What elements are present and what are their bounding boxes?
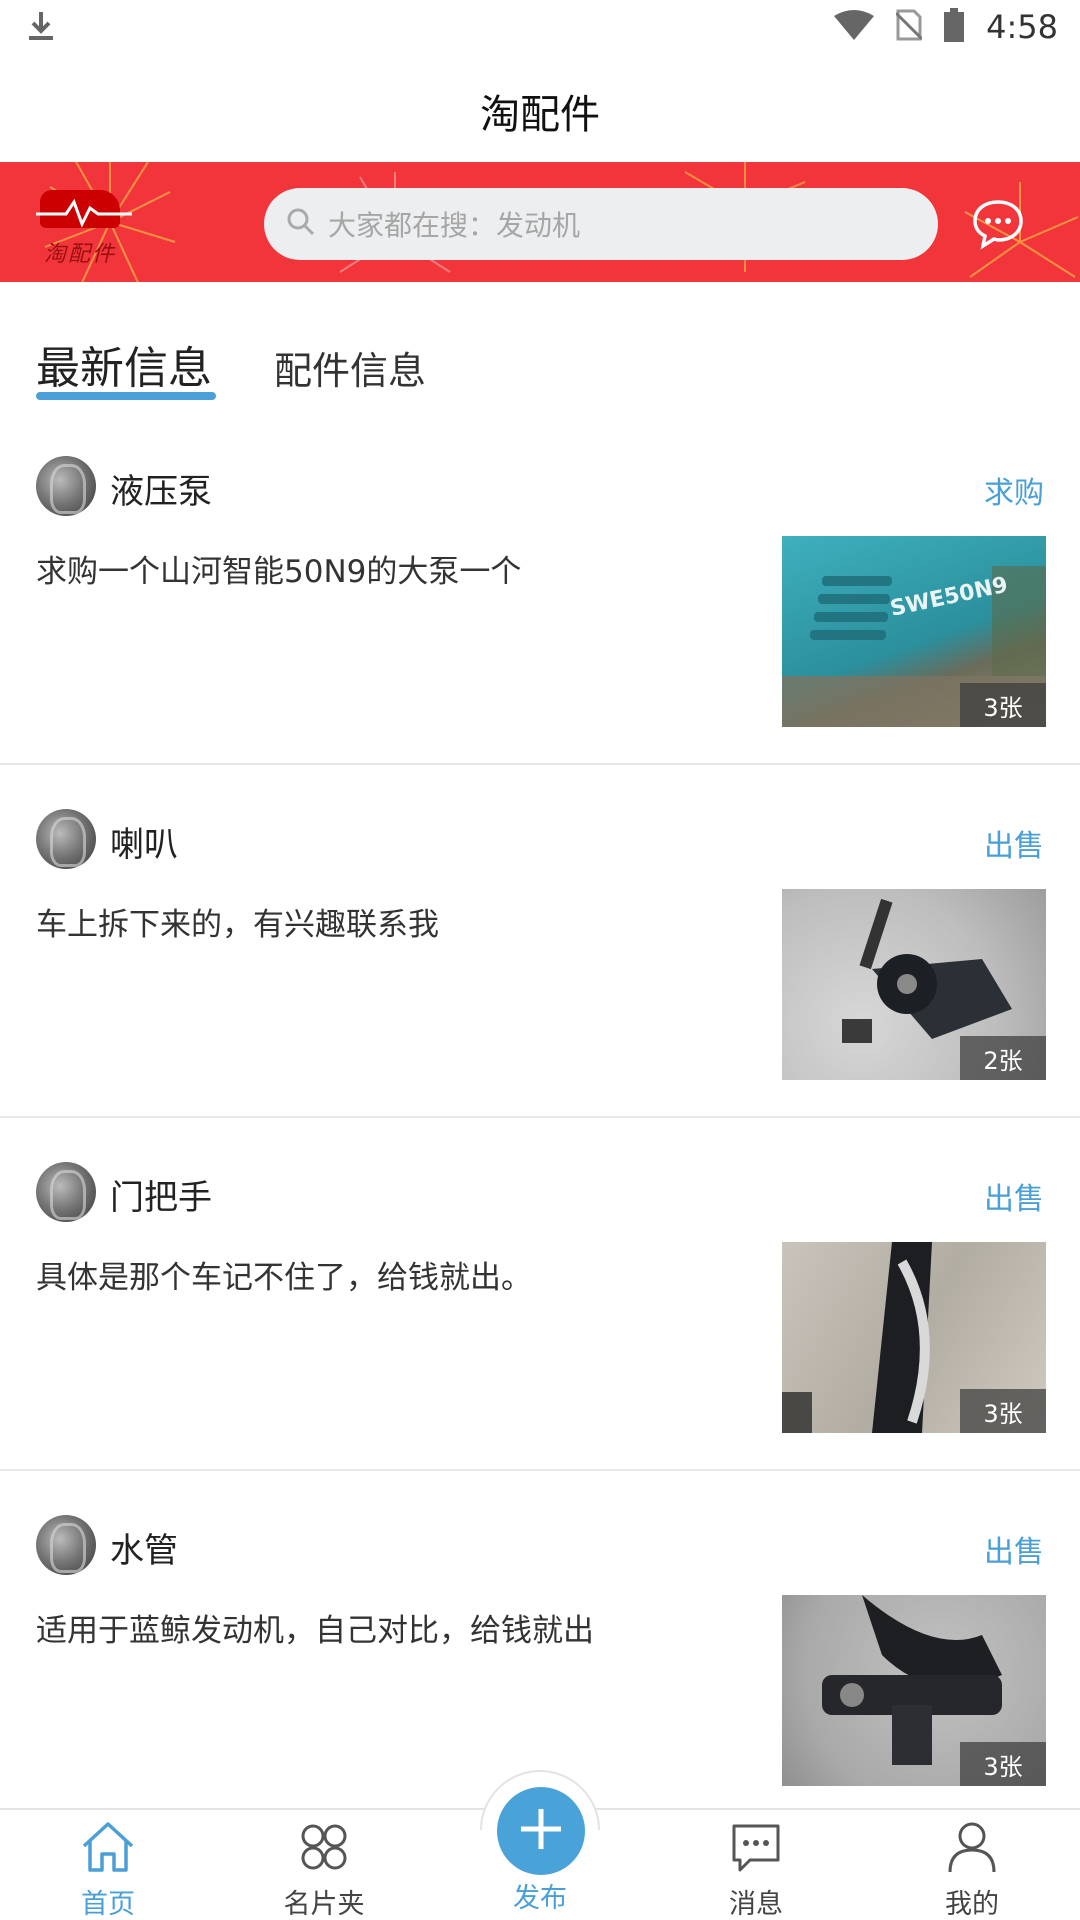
plus-icon xyxy=(517,1805,565,1857)
nav-profile[interactable]: 我的 xyxy=(864,1810,1080,1920)
item-title: 水管 xyxy=(110,1531,178,1571)
wifi-icon xyxy=(834,10,875,44)
item-description: 适用于蓝鲸发动机，自己对比，给钱就出 xyxy=(36,1613,594,1649)
item-type-badge: 求购 xyxy=(984,476,1044,511)
banner: 淘配件 大家都在搜：发动机 xyxy=(0,162,1080,282)
avatar xyxy=(36,1515,96,1575)
status-time: 4:58 xyxy=(986,8,1058,46)
no-sim-icon xyxy=(895,9,924,45)
list-item[interactable]: 门把手 出售 具体是那个车记不住了，给钱就出。 3张 xyxy=(0,1118,1080,1471)
nav-label: 我的 xyxy=(945,1889,999,1920)
list-item[interactable]: 喇叭 出售 车上拆下来的，有兴趣联系我 2张 xyxy=(0,765,1080,1118)
item-thumbnail[interactable]: 3张 xyxy=(782,1242,1046,1433)
title-bar: 淘配件 xyxy=(0,60,1080,162)
pulse-logo-icon xyxy=(36,198,132,228)
item-description: 具体是那个车记不住了，给钱就出。 xyxy=(36,1260,532,1296)
item-type-badge: 出售 xyxy=(984,1182,1044,1217)
item-type-badge: 出售 xyxy=(984,1535,1044,1570)
page-title: 淘配件 xyxy=(480,92,600,138)
item-thumbnail[interactable]: SWE50N9 3张 xyxy=(782,536,1046,727)
chat-button[interactable] xyxy=(972,198,1024,250)
tab-parts[interactable]: 配件信息 xyxy=(274,340,426,395)
logo-text: 淘配件 xyxy=(44,242,117,267)
item-description: 求购一个山河智能50N9的大泵一个 xyxy=(36,554,522,590)
nav-card-holder[interactable]: 名片夹 xyxy=(216,1810,432,1920)
image-count: 3张 xyxy=(960,1742,1046,1786)
avatar xyxy=(36,1162,96,1222)
list-item[interactable]: 液压泵 求购 求购一个山河智能50N9的大泵一个 SWE50N9 3张 xyxy=(0,412,1080,765)
tab-bar: 最新信息 配件信息 xyxy=(0,282,1080,412)
message-icon xyxy=(728,1810,784,1878)
item-title: 门把手 xyxy=(110,1178,212,1218)
publish-label[interactable]: 发布 xyxy=(440,1876,640,1915)
tab-underline xyxy=(36,392,216,400)
avatar xyxy=(36,809,96,869)
search-input[interactable]: 大家都在搜：发动机 xyxy=(264,188,938,260)
image-count: 3张 xyxy=(960,1389,1046,1433)
avatar xyxy=(36,456,96,516)
user-icon xyxy=(945,1810,999,1878)
item-title: 喇叭 xyxy=(110,825,178,865)
image-count: 2张 xyxy=(960,1036,1046,1080)
app-logo: 淘配件 xyxy=(36,180,132,268)
card-holder-icon xyxy=(297,1810,351,1878)
thumb-label: SWE50N9 xyxy=(888,573,1010,622)
item-description: 车上拆下来的，有兴趣联系我 xyxy=(36,907,439,943)
nav-messages[interactable]: 消息 xyxy=(648,1810,864,1920)
image-count: 3张 xyxy=(960,683,1046,727)
item-title: 液压泵 xyxy=(110,472,212,512)
nav-home[interactable]: 首页 xyxy=(0,1810,216,1920)
item-type-badge: 出售 xyxy=(984,829,1044,864)
item-thumbnail[interactable]: 2张 xyxy=(782,889,1046,1080)
search-icon xyxy=(286,207,316,241)
search-placeholder: 大家都在搜：发动机 xyxy=(328,209,581,242)
status-bar: 4:58 xyxy=(0,0,1080,60)
battery-icon xyxy=(944,8,965,46)
nav-label: 消息 xyxy=(729,1889,783,1920)
chat-bubble-icon xyxy=(972,200,1024,254)
publish-button[interactable] xyxy=(497,1787,585,1875)
nav-label: 名片夹 xyxy=(283,1889,365,1920)
nav-label: 首页 xyxy=(81,1889,135,1920)
download-icon xyxy=(28,10,54,46)
item-thumbnail[interactable]: 3张 xyxy=(782,1595,1046,1786)
home-icon xyxy=(80,1810,136,1878)
tab-latest[interactable]: 最新信息 xyxy=(36,332,212,396)
feed-list: 液压泵 求购 求购一个山河智能50N9的大泵一个 SWE50N9 3张 喇叭 出… xyxy=(0,412,1080,1824)
